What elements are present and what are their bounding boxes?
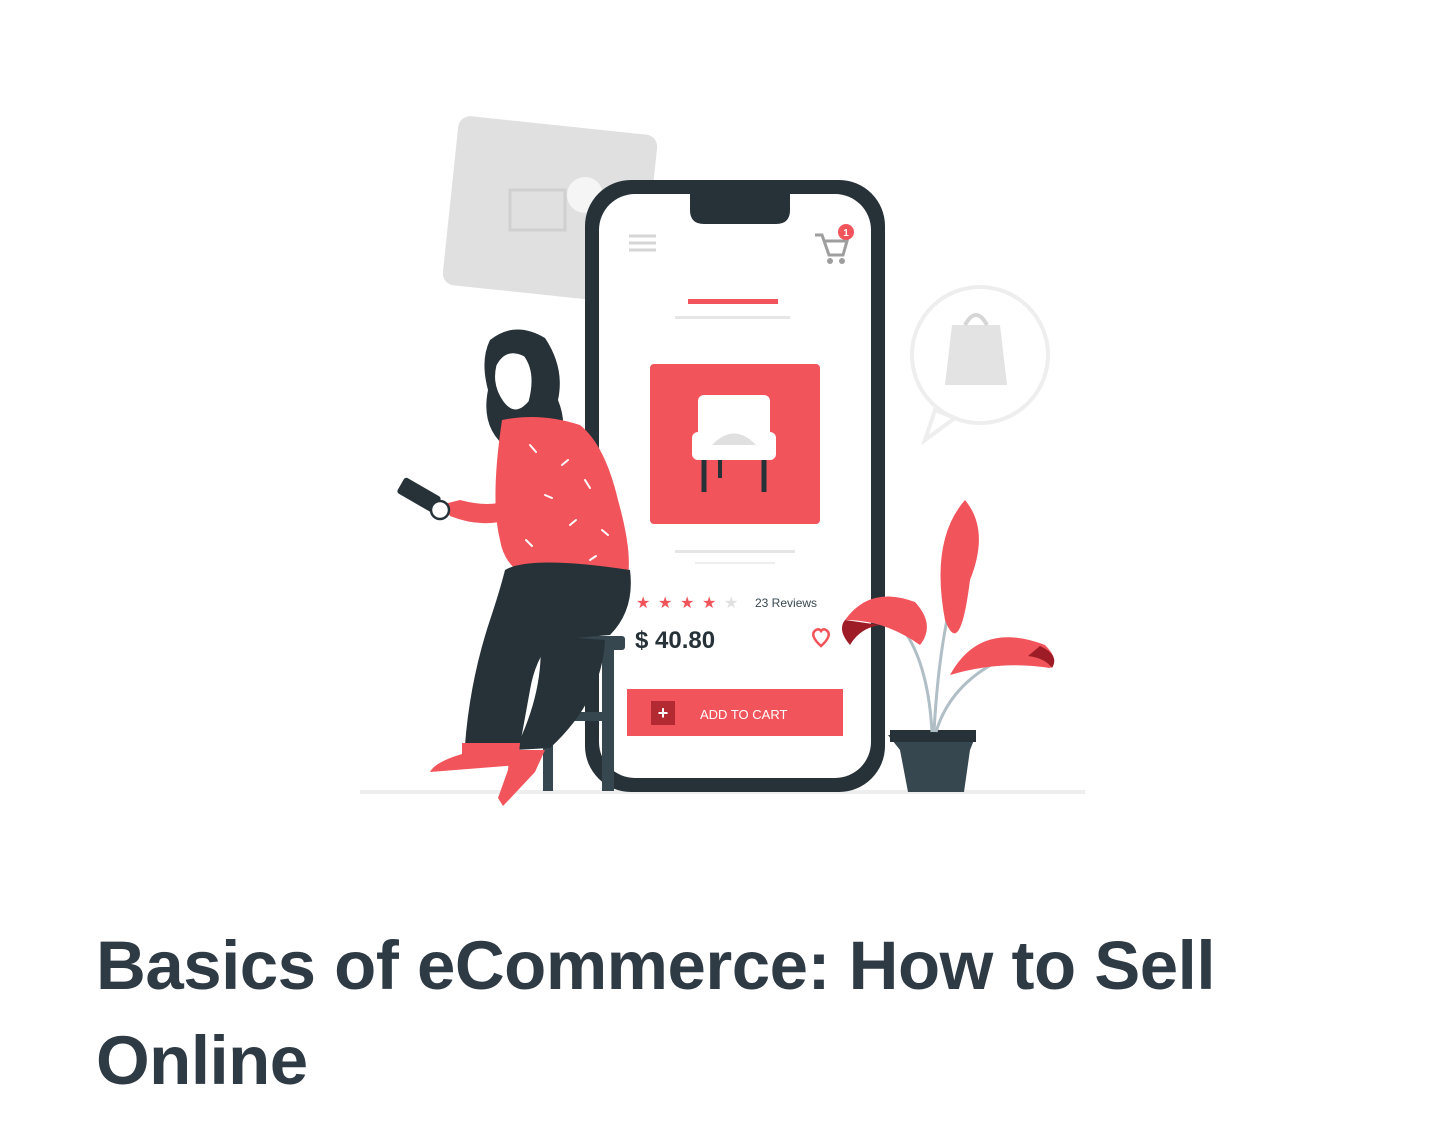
star-filled-icon: ★ <box>680 595 694 612</box>
add-to-cart-button: + ADD TO CART <box>627 689 843 736</box>
plus-icon: + <box>658 703 669 723</box>
shopping-bag-bubble-icon <box>910 285 1050 446</box>
ecommerce-illustration: 1 ★ ★ ★ ★ ★ 23 Reviews $ 40.80 + ADD TO … <box>340 100 1100 830</box>
product-chair-image <box>650 364 820 524</box>
star-empty-icon: ★ <box>724 595 738 612</box>
course-title[interactable]: Basics of eCommerce: How to Sell Online <box>96 918 1336 1108</box>
reviews-count: 23 Reviews <box>755 596 817 610</box>
star-filled-icon: ★ <box>658 595 672 612</box>
price-label: $ 40.80 <box>635 627 715 654</box>
cart-badge: 1 <box>843 228 849 239</box>
star-filled-icon: ★ <box>636 595 650 612</box>
course-card[interactable]: 1 ★ ★ ★ ★ ★ 23 Reviews $ 40.80 + ADD TO … <box>0 0 1433 1139</box>
star-filled-icon: ★ <box>702 595 716 612</box>
add-to-cart-label: ADD TO CART <box>700 707 787 722</box>
